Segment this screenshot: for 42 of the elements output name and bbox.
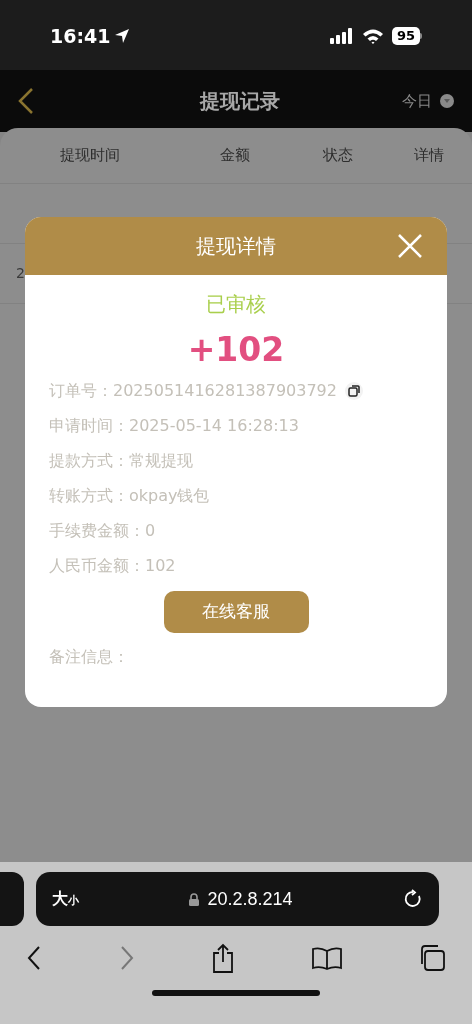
field-label: 订单号：	[49, 380, 113, 402]
field-label: 手续费金额：	[49, 520, 145, 542]
close-icon[interactable]	[397, 233, 423, 259]
amount: +102	[187, 329, 285, 371]
battery-icon: 95	[391, 27, 422, 45]
location-icon	[114, 28, 131, 44]
column-header: 提现时间	[60, 145, 120, 167]
field-label: 转账方式：	[49, 485, 129, 507]
wifi-icon	[361, 28, 384, 44]
dropdown-icon	[440, 94, 454, 108]
address-bar[interactable]: 大小 20.2.8.214	[36, 872, 439, 926]
forward-icon[interactable]	[118, 945, 135, 971]
url-text: 20.2.8.214	[207, 887, 293, 911]
note-label: 备注信息：	[48, 645, 130, 668]
field-value: 102	[145, 555, 176, 577]
field-label: 人民币金额：	[49, 555, 145, 577]
page-title: 提现记录	[200, 88, 280, 115]
previous-tab-pill[interactable]	[0, 872, 24, 926]
date-filter[interactable]: 今日	[402, 89, 454, 113]
field-value: 常规提现	[129, 450, 193, 472]
table-cell-text: 2	[15, 264, 25, 283]
reload-icon[interactable]	[403, 889, 423, 909]
lock-icon	[189, 892, 200, 906]
field-label: 提款方式：	[49, 450, 129, 472]
status-label: 已审核	[206, 291, 266, 318]
back-icon[interactable]	[26, 945, 42, 971]
copy-icon[interactable]	[344, 382, 363, 400]
column-header: 详情	[413, 145, 444, 167]
dialog-title: 提现详情	[196, 233, 276, 260]
status-time: 16:41	[50, 23, 111, 49]
share-icon[interactable]	[211, 943, 235, 973]
book-icon[interactable]	[311, 946, 342, 970]
signal-icon	[329, 28, 354, 44]
field-value: okpay钱包	[129, 485, 210, 507]
column-header: 状态	[322, 145, 353, 167]
field-label: 申请时间：	[49, 415, 129, 437]
text-size-button[interactable]: 大小	[52, 887, 79, 911]
field-value: 2025-05-14 16:28:13	[129, 415, 299, 437]
tabs-icon[interactable]	[418, 944, 446, 972]
column-header: 金额	[220, 145, 250, 167]
field-value: 2025051416281387903792	[113, 380, 337, 402]
field-value: 0	[145, 520, 156, 542]
